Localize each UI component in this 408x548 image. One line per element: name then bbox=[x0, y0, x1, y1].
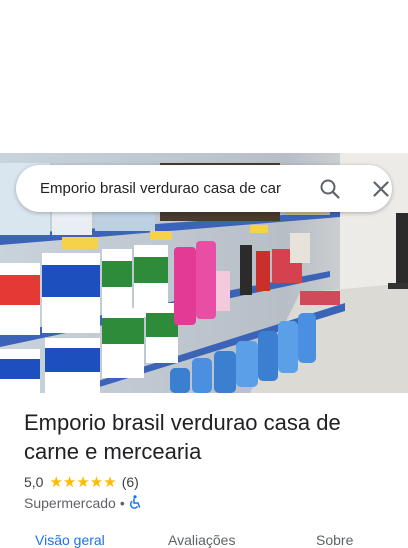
rating-value: 5,0 bbox=[24, 474, 44, 490]
close-icon[interactable] bbox=[369, 177, 393, 201]
place-tabs: Visão geral Avaliações Sobre bbox=[0, 532, 408, 548]
star-rating-icon: ★★★★★ bbox=[49, 474, 117, 491]
wheelchair-icon bbox=[129, 494, 142, 512]
place-category: Supermercado bbox=[24, 495, 116, 511]
review-count[interactable]: (6) bbox=[122, 474, 139, 490]
search-bar[interactable]: Emporio brasil verdurao casa de car bbox=[16, 165, 392, 212]
search-icon[interactable] bbox=[318, 177, 342, 201]
rating-row[interactable]: 5,0 ★★★★★ (6) bbox=[24, 472, 139, 492]
search-input[interactable]: Emporio brasil verdurao casa de car bbox=[40, 165, 304, 212]
category-row: Supermercado • bbox=[24, 494, 142, 512]
separator-dot: • bbox=[119, 495, 125, 511]
place-title: Emporio brasil verdurao casa de carne e … bbox=[24, 410, 341, 464]
